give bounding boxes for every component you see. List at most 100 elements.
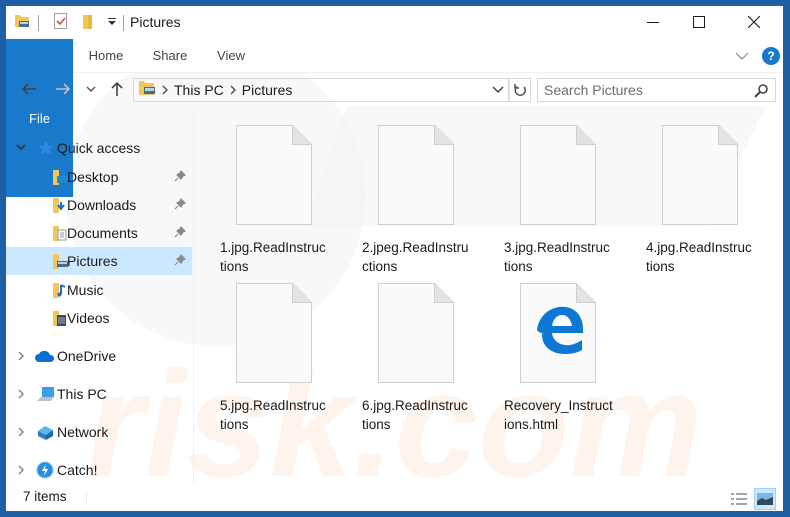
sidebar-label: Pictures — [67, 253, 118, 269]
new-folder-icon[interactable] — [81, 12, 95, 35]
sidebar-item-music[interactable]: Music — [6, 276, 192, 304]
sidebar-item-desktop[interactable]: Desktop — [6, 163, 192, 191]
pin-icon[interactable] — [174, 225, 187, 241]
pin-icon[interactable] — [174, 169, 187, 185]
search-box[interactable] — [537, 78, 776, 102]
breadcrumb-separator-icon — [230, 85, 236, 95]
maximize-icon — [693, 16, 705, 28]
item-count: 7 items — [23, 489, 67, 504]
file-item[interactable]: 2.jpeg.ReadInstru ctions — [336, 107, 476, 274]
sidebar-item-network[interactable]: Network — [6, 418, 192, 446]
sidebar-label: OneDrive — [57, 348, 117, 364]
forward-button[interactable] — [52, 78, 74, 100]
breadcrumb-this-pc[interactable]: This PC — [174, 82, 224, 98]
file-name: 6.jpg.ReadInstruc tions — [362, 398, 468, 432]
navigation-bar: This PC Pictures — [6, 74, 783, 106]
star-icon — [37, 139, 55, 157]
file-item[interactable]: 5.jpg.ReadInstruc tions — [194, 265, 334, 432]
blank-file-icon — [662, 125, 738, 225]
sidebar-item-this-pc[interactable]: This PC — [6, 380, 192, 408]
videos-folder-icon — [52, 309, 68, 327]
pictures-folder-icon — [138, 80, 156, 101]
sidebar-label: This PC — [57, 386, 107, 402]
chevron-right-icon[interactable] — [15, 351, 27, 361]
customize-dropdown-icon[interactable] — [107, 14, 117, 32]
quick-access-toolbar — [14, 12, 117, 35]
file-item[interactable]: Recovery_Instruct ions.html — [478, 265, 618, 432]
sidebar-item-quick-access[interactable]: Quick access — [6, 134, 192, 162]
file-list: 1.jpg.ReadInstruc tions 2.jpeg.ReadInstru… — [194, 107, 783, 485]
sidebar-item-documents[interactable]: Documents — [6, 219, 192, 247]
refresh-icon — [514, 84, 526, 97]
details-view-button[interactable] — [728, 488, 750, 510]
large-icons-view-icon — [757, 493, 773, 505]
back-button[interactable] — [18, 78, 40, 100]
chevron-down-icon — [492, 86, 504, 94]
close-button[interactable] — [731, 6, 777, 38]
file-item[interactable]: 1.jpg.ReadInstruc tions — [194, 107, 334, 274]
window-title: Pictures — [130, 14, 181, 30]
music-folder-icon — [52, 281, 68, 299]
sidebar-item-videos[interactable]: Videos — [6, 304, 192, 332]
help-icon: ? — [767, 49, 775, 63]
address-bar[interactable]: This PC Pictures — [133, 78, 509, 102]
large-icons-view-button[interactable] — [754, 488, 776, 510]
help-button[interactable]: ? — [762, 47, 780, 65]
pin-icon[interactable] — [174, 253, 187, 269]
search-icon[interactable] — [753, 83, 769, 104]
expand-ribbon-button[interactable] — [734, 48, 750, 64]
properties-icon[interactable] — [53, 12, 69, 35]
status-separator — [86, 491, 87, 505]
blank-file-icon — [378, 283, 454, 383]
sidebar-label: Catch! — [57, 462, 98, 478]
sidebar-label: Music — [67, 282, 104, 298]
file-item[interactable]: 6.jpg.ReadInstruc tions — [336, 265, 476, 432]
chevron-right-icon[interactable] — [15, 427, 27, 437]
breadcrumb-separator-icon — [162, 85, 168, 95]
chevron-right-icon[interactable] — [15, 389, 27, 399]
sidebar-label: Network — [57, 424, 109, 440]
sidebar-label: Quick access — [57, 140, 141, 156]
close-icon — [748, 16, 760, 28]
refresh-button[interactable] — [509, 78, 531, 102]
sidebar-item-onedrive[interactable]: OneDrive — [6, 342, 192, 370]
arrow-left-icon — [21, 83, 36, 95]
file-explorer-window: risk.com Pictures File Home Share View ?… — [6, 6, 783, 511]
blank-file-icon — [236, 283, 312, 383]
tab-share[interactable]: Share — [142, 39, 198, 72]
sidebar-item-pictures[interactable]: Pictures — [6, 247, 192, 275]
chevron-right-icon[interactable] — [15, 465, 27, 475]
title-bar: Pictures — [6, 6, 783, 38]
file-name: Recovery_Instruct ions.html — [504, 398, 613, 432]
blank-file-icon — [378, 125, 454, 225]
up-button[interactable] — [106, 78, 128, 100]
minimize-button[interactable] — [630, 6, 676, 38]
tab-home[interactable]: Home — [76, 39, 136, 72]
details-view-icon — [731, 493, 747, 505]
blank-file-icon — [236, 125, 312, 225]
this-pc-icon — [36, 385, 56, 403]
chevron-down-icon[interactable] — [15, 144, 27, 152]
ribbon-tabs: File Home Share View ? — [6, 39, 783, 197]
file-name: 4.jpg.ReadInstruc tions — [646, 240, 752, 274]
explorer-body: Quick access Desktop Downloads Documents… — [6, 107, 783, 485]
sidebar-item-downloads[interactable]: Downloads — [6, 191, 192, 219]
minimize-icon — [647, 22, 659, 23]
title-separator — [123, 15, 124, 31]
sidebar-item-catch[interactable]: Catch! — [6, 456, 192, 484]
address-history-dropdown[interactable] — [487, 78, 509, 102]
sidebar-label: Downloads — [67, 197, 137, 213]
search-input[interactable] — [538, 82, 743, 98]
file-item[interactable]: 4.jpg.ReadInstruc tions — [620, 107, 760, 274]
file-item[interactable]: 3.jpg.ReadInstruc tions — [478, 107, 618, 274]
documents-folder-icon — [52, 224, 68, 242]
blank-file-icon — [520, 125, 596, 225]
desktop-folder-icon — [52, 168, 68, 186]
tab-view[interactable]: View — [206, 39, 256, 72]
recent-locations-button[interactable] — [84, 78, 98, 100]
onedrive-icon — [34, 349, 56, 363]
maximize-button[interactable] — [676, 6, 722, 38]
qat-separator — [38, 15, 39, 31]
pin-icon[interactable] — [174, 197, 187, 213]
breadcrumb-pictures[interactable]: Pictures — [242, 82, 293, 98]
